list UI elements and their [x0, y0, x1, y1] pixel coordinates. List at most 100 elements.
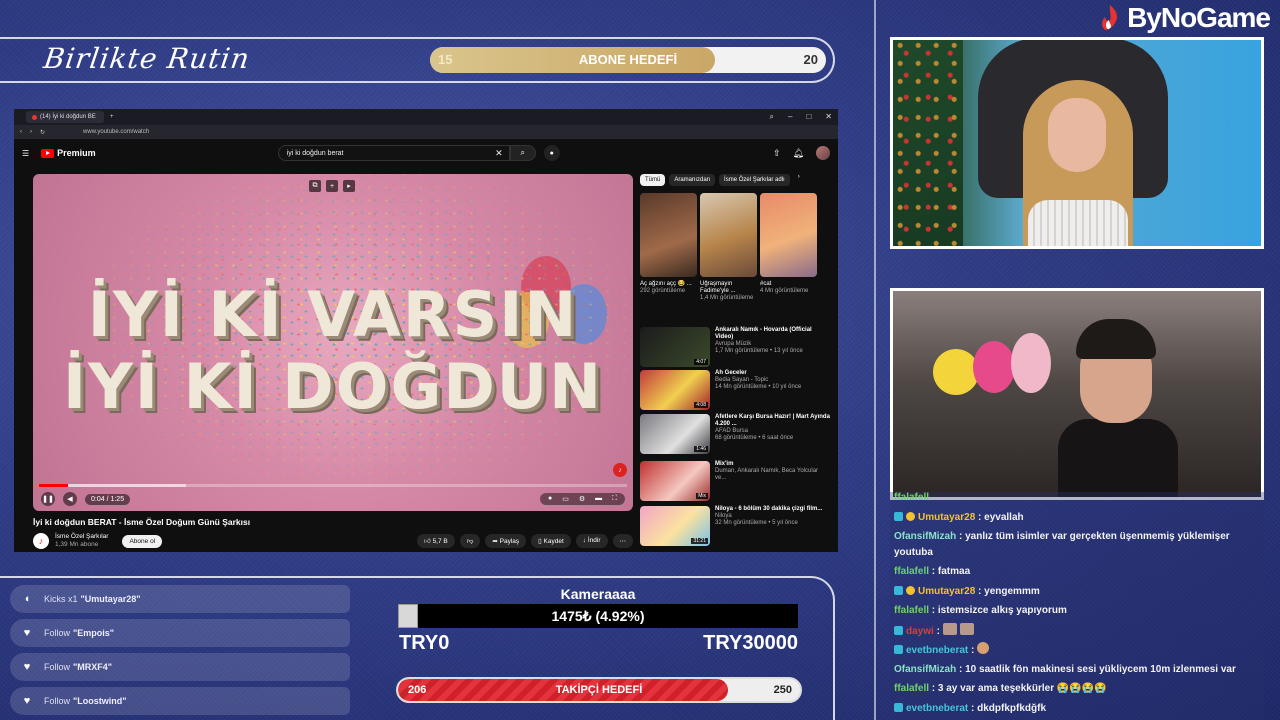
- event-type: Follow: [44, 662, 71, 672]
- recommendation-item[interactable]: Mix Mix'im Duman, Ankaralı Namık, Beca Yo…: [640, 461, 830, 501]
- chat-panel: ffalafell Umutayar28 : eyvallah OfansifM…: [890, 492, 1264, 720]
- recommendation-item[interactable]: 1:46 Afetlere Karşı Bursa Hazır! | Mart …: [640, 414, 830, 454]
- heart-icon: ♥: [23, 695, 31, 707]
- channel-avatar[interactable]: ♪: [33, 533, 49, 549]
- chat-message: Umutayar28 : yengemmm: [894, 584, 1260, 600]
- recommendation-item[interactable]: 31:21 Niloya - 6 bölüm 30 dakika çizgi f…: [640, 506, 830, 546]
- skip-icon[interactable]: ▸: [343, 180, 355, 192]
- event-user: "Empois": [73, 628, 115, 638]
- minimize-icon[interactable]: –: [788, 112, 792, 122]
- search-icon: ⌕: [520, 148, 525, 157]
- close-icon[interactable]: ✕: [825, 112, 832, 122]
- recommendation-channel: Niloya: [715, 513, 732, 519]
- video-time: 0:04 / 1:25: [85, 493, 131, 505]
- address-field[interactable]: www.youtube.com/watch: [83, 129, 149, 135]
- subscribe-button[interactable]: Abone ol: [122, 534, 163, 548]
- reload-icon[interactable]: ↻: [40, 129, 45, 136]
- copy-icon[interactable]: ⧉: [309, 180, 321, 192]
- christmas-tree-shape: [893, 40, 963, 246]
- recommendation-item[interactable]: 4:08 Ah Geceler Bedia Sayan - Topic 14 Mn …: [640, 370, 830, 410]
- brand-logo: ByNoGame: [1097, 2, 1271, 34]
- clear-search-icon[interactable]: ✕: [495, 148, 503, 159]
- short-title[interactable]: #cat: [760, 281, 771, 287]
- menu-icon[interactable]: ☰: [22, 149, 29, 158]
- brand-name: ByNoGame: [1127, 2, 1271, 33]
- chat-username: Umutayar28: [918, 512, 976, 523]
- youtube-logo[interactable]: Premium: [41, 148, 96, 158]
- channel-name[interactable]: İsme Özel Şarkılar: [55, 533, 108, 540]
- short-title[interactable]: Aç ağzını açç 😂 ...: [640, 281, 692, 287]
- upload-icon[interactable]: ⇧: [773, 148, 781, 159]
- forward-icon[interactable]: ›: [30, 129, 32, 135]
- captions-icon[interactable]: ▭: [562, 495, 569, 503]
- maximize-icon[interactable]: □: [806, 112, 811, 122]
- heart-icon: ♥: [23, 661, 31, 673]
- more-actions-icon[interactable]: ⋯: [612, 534, 633, 548]
- autoplay-icon[interactable]: ●: [548, 495, 552, 503]
- subscriber-goal-label: ABONE HEDEFİ: [578, 52, 678, 67]
- new-tab-icon[interactable]: +: [110, 114, 114, 120]
- chat-text: : eyvallah: [978, 512, 1024, 523]
- dislike-button[interactable]: 👎︎: [459, 534, 481, 548]
- chat-message: ffalafell: [894, 492, 1260, 506]
- video-duration: 1:46: [694, 446, 708, 452]
- badge-icon: [894, 626, 903, 635]
- account-avatar[interactable]: [816, 146, 830, 160]
- channel-watermark-icon[interactable]: ♪: [613, 463, 627, 477]
- chat-text: : yengemmm: [978, 586, 1040, 597]
- short-thumbnail[interactable]: [700, 193, 757, 277]
- chip-from-search[interactable]: Aramanızdan: [669, 174, 716, 186]
- share-button[interactable]: ➦ Paylaş: [485, 534, 527, 548]
- save-button[interactable]: ▯ Kaydet: [531, 534, 571, 548]
- emote-icon: [959, 623, 974, 635]
- recommendation-channel: Avrupa Müzik: [715, 341, 752, 347]
- event-item: ♥ Follow "Empois": [10, 619, 350, 647]
- like-button[interactable]: 👍︎ 5,7 B: [416, 534, 455, 548]
- recommendation-title: Afetlere Karşı Bursa Hazır! | Mart Ayınd…: [715, 414, 830, 427]
- volume-icon[interactable]: ◀: [63, 492, 77, 506]
- chips-next-icon[interactable]: ›: [798, 174, 800, 186]
- voice-search-button[interactable]: ●: [543, 145, 560, 161]
- streamer-1-figure: [1023, 80, 1133, 246]
- badge-icon: [894, 512, 903, 521]
- download-button[interactable]: ↓ İndir: [575, 534, 608, 548]
- chip-channel[interactable]: İsme Özel Şarkılar adlı: [719, 174, 790, 186]
- kick-icon: ◖: [23, 593, 31, 605]
- chat-username: ffalafell: [894, 605, 930, 616]
- event-item: ◖ Kicks x1 "Umutayar28": [10, 585, 350, 613]
- chat-message: ffalafell : 3 ay var ama teşekkürler 😭😭😭…: [894, 681, 1260, 697]
- browser-tab[interactable]: (14) İyi ki doğdun BE: [26, 111, 104, 123]
- short-thumbnail[interactable]: [640, 193, 697, 277]
- short-thumbnail[interactable]: [760, 193, 817, 277]
- chat-username: ffalafell: [894, 492, 930, 503]
- emote-icon: [942, 623, 957, 635]
- fullscreen-icon[interactable]: ⛶: [612, 495, 617, 503]
- streamer-2-figure: [1058, 319, 1178, 497]
- back-icon[interactable]: ‹: [20, 129, 22, 135]
- recommendation-item[interactable]: 4:07 Ankaralı Namık - Hovarda (Official …: [640, 327, 830, 367]
- chat-username: evetbneberat: [906, 645, 969, 656]
- browser-urlbar: ‹ › ↻ www.youtube.com/watch: [14, 125, 838, 139]
- webcam-streamer-1: [890, 37, 1264, 249]
- emote-icon: [977, 642, 990, 654]
- subscriber-goal-bar: 15 ABONE HEDEFİ 20: [430, 47, 826, 73]
- event-user: "Loostwind": [73, 696, 127, 706]
- short-title[interactable]: Uğraşmayın Fadime'yle ...: [700, 281, 736, 294]
- panel-divider: [874, 0, 876, 720]
- camera-goal-min: TRY0: [399, 632, 450, 654]
- search-button[interactable]: ⌕: [509, 145, 536, 161]
- video-progress-bar[interactable]: [39, 484, 627, 487]
- notifications-icon[interactable]: 🔔︎: [793, 148, 804, 159]
- pause-icon[interactable]: ❚❚: [41, 492, 55, 506]
- video-player[interactable]: İYİ Kİ VARSIN İYİ Kİ DOĞDUN ⧉ + ▸ ♪ ❚❚ ◀…: [33, 174, 633, 511]
- subscriber-count: 1,39 Mn abone: [55, 541, 99, 548]
- search-input[interactable]: iyi ki doğdun berat ✕: [277, 145, 510, 161]
- event-user: "Umutayar28": [80, 594, 141, 604]
- chip-all[interactable]: Tümü: [640, 174, 666, 186]
- settings-gear-icon[interactable]: ⚙: [579, 495, 585, 503]
- browser-search-icon[interactable]: ⌕: [770, 112, 774, 122]
- theater-icon[interactable]: ▬: [595, 495, 602, 503]
- add-icon[interactable]: +: [326, 180, 338, 192]
- camera-goal-bar: 1475₺ (4.92%): [398, 604, 798, 628]
- youtube-logo-text: Premium: [57, 148, 96, 158]
